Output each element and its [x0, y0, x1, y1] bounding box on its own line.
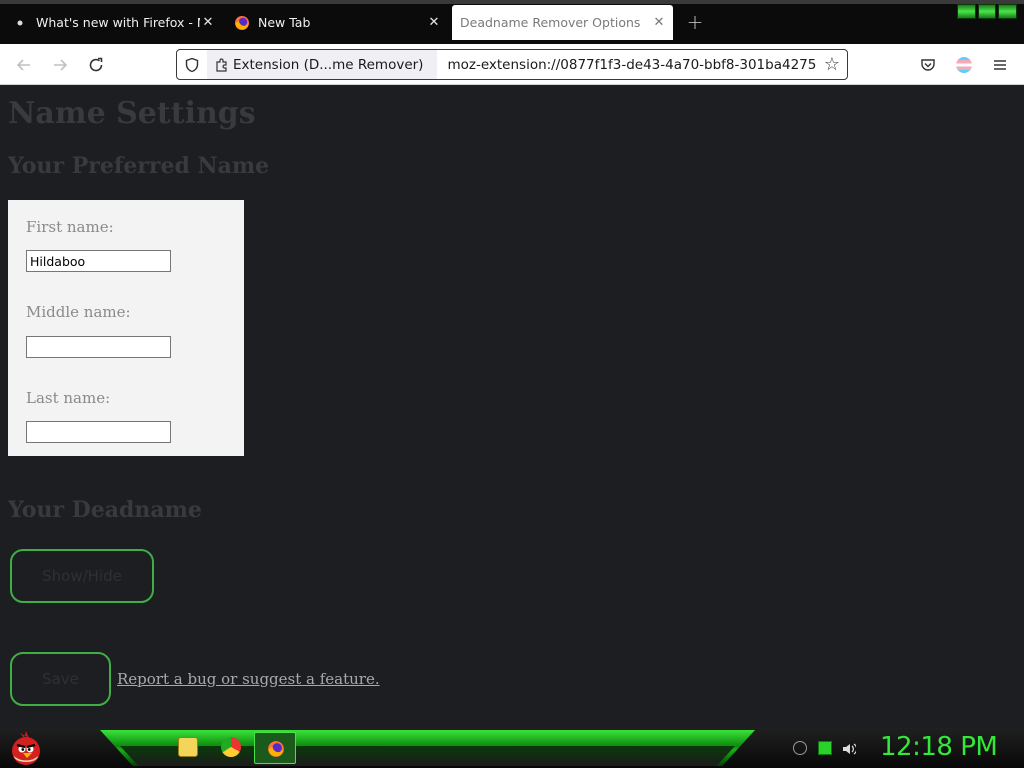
- firefox-icon: [234, 15, 250, 31]
- account-avatar-icon[interactable]: [951, 52, 977, 78]
- last-name-input[interactable]: [26, 421, 171, 443]
- keyboard-layout-icon[interactable]: [793, 741, 807, 755]
- bookmark-star-icon[interactable]: ☆: [817, 54, 847, 75]
- page-title: Name Settings: [8, 96, 256, 131]
- tab-strip-border: [0, 0, 1024, 4]
- hamburger-menu-icon[interactable]: [987, 52, 1013, 78]
- save-button[interactable]: Save: [10, 652, 111, 706]
- back-arrow-icon[interactable]: [11, 52, 37, 78]
- dot-favicon-icon: [12, 15, 28, 31]
- volume-icon[interactable]: [842, 741, 858, 755]
- preferred-name-form: First name: Middle name: Last name:: [8, 200, 244, 456]
- close-tab-icon[interactable]: ✕: [426, 15, 442, 31]
- forward-arrow-icon[interactable]: [47, 52, 73, 78]
- tab-new-tab[interactable]: New Tab ✕: [230, 5, 442, 40]
- puzzle-extension-icon: [215, 57, 229, 72]
- middle-name-label: Middle name:: [26, 303, 131, 321]
- taskbar-item-firefox[interactable]: [254, 732, 296, 764]
- tab-strip: What's new with Firefox - More ✕ New Tab…: [0, 0, 1024, 44]
- tab-title: What's new with Firefox - More: [36, 15, 200, 30]
- chrome-icon[interactable]: [221, 737, 241, 757]
- first-name-label: First name:: [26, 218, 114, 236]
- network-icon[interactable]: [818, 741, 832, 755]
- tab-whats-new[interactable]: What's new with Firefox - More ✕: [8, 5, 216, 40]
- url-text[interactable]: moz-extension://0877f1f3-de43-4a70-bbf8-…: [437, 57, 817, 73]
- url-bar[interactable]: Extension (D...me Remover) moz-extension…: [176, 49, 848, 80]
- preferred-name-heading: Your Preferred Name: [8, 153, 270, 179]
- taskbar-glow-shadow: [120, 746, 735, 766]
- close-tab-icon[interactable]: ✕: [200, 15, 216, 31]
- deadname-heading: Your Deadname: [8, 497, 202, 523]
- close-window-button[interactable]: [998, 4, 1018, 19]
- tab-title: Deadname Remover Options: [460, 15, 641, 30]
- navigation-bar: Extension (D...me Remover) moz-extension…: [0, 44, 1024, 85]
- middle-name-input[interactable]: [26, 336, 171, 358]
- site-identity[interactable]: Extension (D...me Remover): [207, 50, 438, 79]
- tab-deadname-remover-options[interactable]: Deadname Remover Options ✕: [452, 5, 673, 40]
- show-hide-button[interactable]: Show/Hide: [10, 549, 154, 603]
- taskbar: 12:18 PM: [0, 728, 1024, 768]
- tab-title: New Tab: [258, 15, 311, 30]
- identity-label: Extension (D...me Remover): [233, 56, 424, 73]
- file-manager-icon[interactable]: [178, 737, 198, 757]
- window-controls[interactable]: [957, 4, 1018, 19]
- maximize-button[interactable]: [977, 4, 997, 19]
- report-bug-link[interactable]: Report a bug or suggest a feature.: [117, 670, 380, 688]
- reload-icon[interactable]: [83, 52, 109, 78]
- taskbar-clock[interactable]: 12:18 PM: [880, 732, 998, 762]
- first-name-input[interactable]: [26, 250, 171, 272]
- last-name-label: Last name:: [26, 389, 111, 407]
- minimize-button[interactable]: [957, 4, 976, 19]
- tracking-shield-icon[interactable]: [177, 50, 207, 79]
- page-content: Name Settings Your Preferred Name First …: [0, 86, 1024, 728]
- pocket-icon[interactable]: [915, 52, 941, 78]
- close-tab-icon[interactable]: ✕: [651, 15, 667, 31]
- start-button-angry-bird-icon[interactable]: [6, 728, 46, 768]
- new-tab-plus-icon[interactable]: +: [684, 10, 706, 34]
